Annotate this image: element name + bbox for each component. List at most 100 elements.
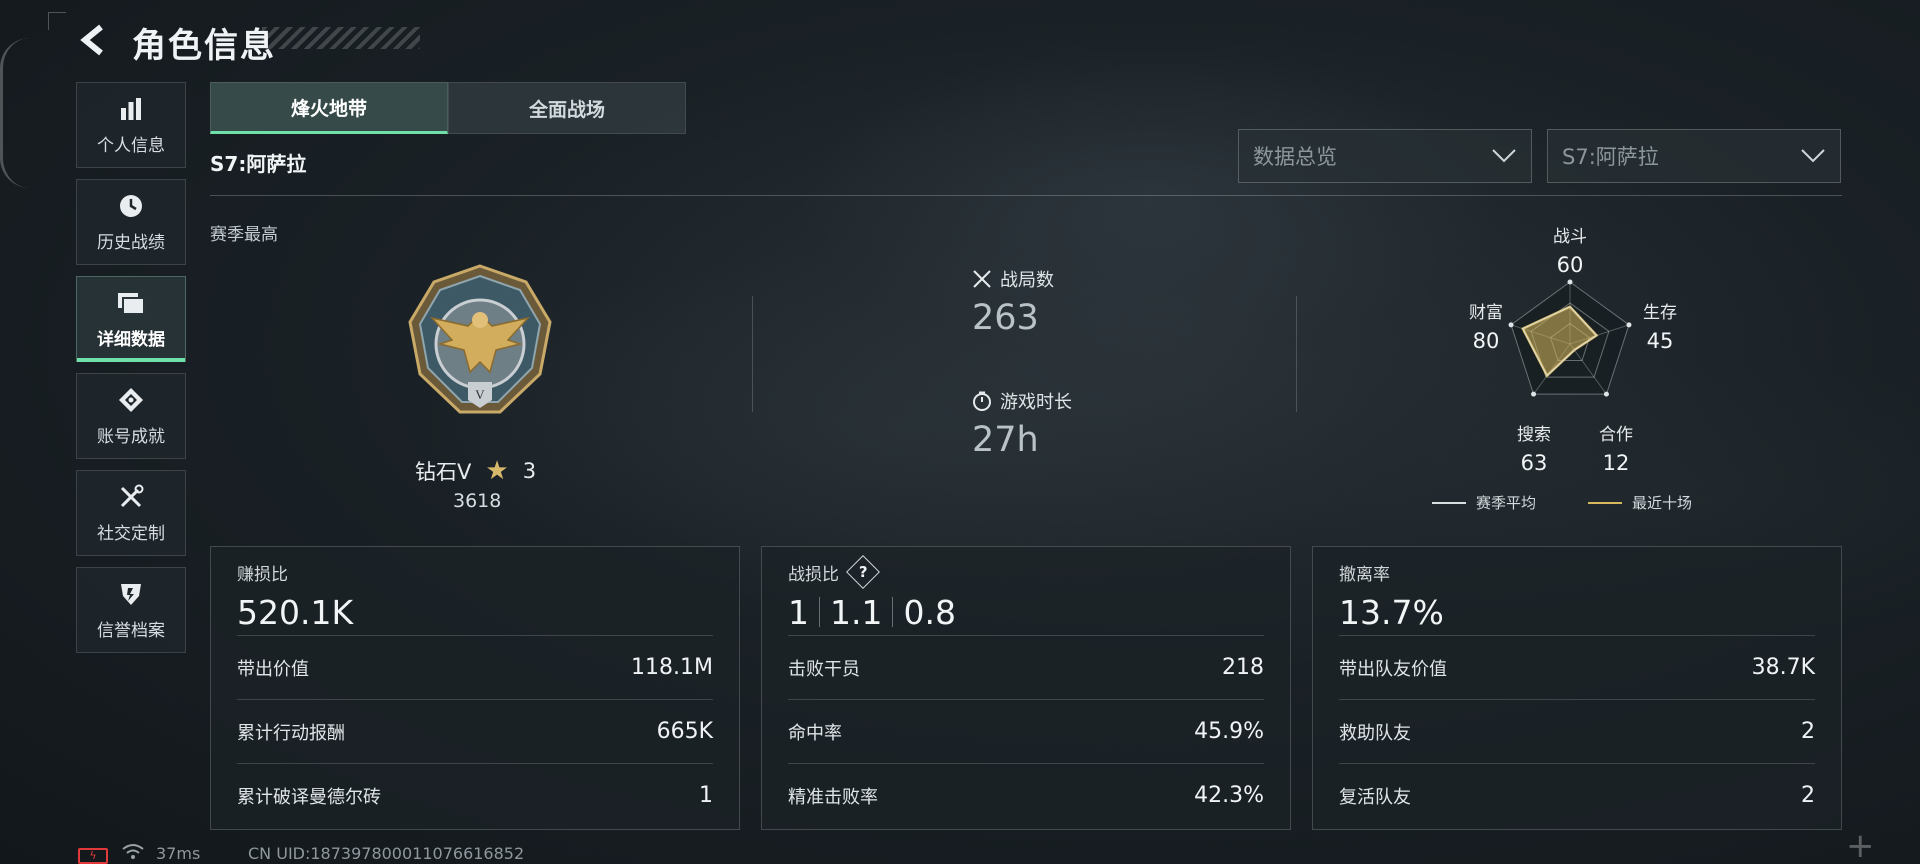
crossed-swords-icon <box>973 270 991 288</box>
radar-axis-label: 合作 <box>1599 425 1633 445</box>
row-value: 118.1M <box>631 655 713 680</box>
row-value: 2 <box>1801 719 1815 744</box>
rank-score: 3618 <box>453 490 502 512</box>
season-best-label: 赛季最高 <box>210 225 278 245</box>
svg-text:V: V <box>475 387 485 402</box>
badge-icon <box>119 387 143 412</box>
ratio-separator <box>892 597 894 627</box>
matches-label: 战局数 <box>1000 270 1054 291</box>
divider <box>752 296 753 412</box>
sidebar-item-history[interactable]: 历史战绩 <box>76 179 186 265</box>
kd-ratios: 1 1.1 0.8 <box>788 589 1264 635</box>
row-label: 带出价值 <box>237 658 309 680</box>
sidebar-item-label: 社交定制 <box>97 523 165 544</box>
user-uid: CN UID:18739780001107661​6852 <box>248 844 525 863</box>
radar-axis-label: 战斗 <box>1553 227 1587 247</box>
radar-vertex-dot <box>1626 322 1632 328</box>
sidebar-item-label: 历史战绩 <box>97 232 165 253</box>
stat-row: 带出队友价值 38.7K <box>1339 635 1815 699</box>
wifi-icon <box>122 844 144 859</box>
row-label: 救助队友 <box>1339 722 1411 744</box>
card-title: 赚损比 <box>237 561 713 585</box>
row-value: 45.9% <box>1194 719 1264 744</box>
card-title-text: 赚损比 <box>237 564 288 585</box>
radar-axis-value: 80 <box>1473 329 1500 353</box>
legend-label: 最近十场 <box>1632 494 1693 512</box>
legend-season-avg: 赛季平均 <box>1432 492 1536 513</box>
playtime-value: 27h <box>972 420 1039 460</box>
matches-stat: 战局数 263 <box>972 266 1054 338</box>
row-label: 复活队友 <box>1339 786 1411 808</box>
mode-tabs: 烽火地带 全面战场 <box>210 82 686 134</box>
row-label: 带出队友价值 <box>1339 658 1447 680</box>
title-stripes-decoration <box>262 27 420 49</box>
card-title-text: 战损比 <box>788 564 839 585</box>
sidebar-item-reputation[interactable]: 信誉档案 <box>76 567 186 653</box>
rank-line: 钻石V ★ 3 <box>415 456 536 486</box>
radar-axis-value: 60 <box>1557 253 1584 277</box>
sidebar-item-social-custom[interactable]: 社交定制 <box>76 470 186 556</box>
row-value: 2 <box>1801 783 1815 808</box>
profit-ratio-card: 赚损比 520.1K 带出价值 118.1M 累计行动报酬 665K 累计破译曼德尔… <box>210 546 740 830</box>
radar-vertex-dot <box>1508 322 1514 328</box>
row-label: 累计行动报酬 <box>237 722 345 744</box>
season-dropdown[interactable]: S7:阿萨拉 <box>1547 129 1841 183</box>
folders-icon <box>118 292 145 315</box>
dropdown-value: 数据总览 <box>1253 145 1337 169</box>
radar-axis-label: 财富 <box>1469 303 1503 323</box>
rank-stars: 3 <box>522 459 537 483</box>
ratio-separator <box>819 597 820 627</box>
divider <box>1296 296 1297 412</box>
sidebar-item-label: 账号成就 <box>97 426 165 447</box>
rank-medal-icon: V <box>408 264 552 414</box>
tab-warzone[interactable]: 烽火地带 <box>210 82 448 134</box>
plus-decoration: + <box>1846 826 1875 864</box>
ping-readout: 37ms <box>156 844 201 863</box>
chevron-down-icon <box>1801 149 1825 163</box>
star-icon: ★ <box>485 456 509 486</box>
legend-recent-ten: 最近十场 <box>1588 492 1692 513</box>
back-button[interactable] <box>74 20 114 60</box>
help-icon[interactable]: ? <box>846 555 880 589</box>
data-type-dropdown[interactable]: 数据总览 <box>1238 129 1532 183</box>
radar-vertex-dot <box>1603 391 1609 397</box>
row-value: 665K <box>656 719 713 744</box>
battery-low-icon: ϟ <box>78 848 108 864</box>
playtime-label: 游戏时长 <box>1000 392 1072 413</box>
row-value: 38.7K <box>1751 655 1815 680</box>
help-glyph: ? <box>858 562 868 581</box>
card-title: 撤离率 <box>1339 561 1815 585</box>
ability-radar-chart: 战斗 60 生存 45 合作 12 搜索 63 财富 80 <box>1469 227 1677 475</box>
dropdown-value: S7:阿萨拉 <box>1562 145 1659 169</box>
shield-icon <box>121 583 141 605</box>
matches-value: 263 <box>972 298 1039 338</box>
sidebar-item-personal-info[interactable]: 个人信息 <box>76 82 186 168</box>
chevron-left-icon <box>80 24 103 56</box>
chevron-down-icon <box>1492 149 1516 163</box>
kd-ratio-card: 战损比 ? 1 1.1 0.8 击败干员 218 命中率 45.9% 精准击败率 42… <box>761 546 1291 830</box>
tab-all-out-war[interactable]: 全面战场 <box>448 82 686 134</box>
stat-row: 击败干员 218 <box>788 635 1264 699</box>
radar-axis-value: 45 <box>1647 329 1674 353</box>
sidebar-item-detailed-data[interactable]: 详细数据 <box>76 276 186 362</box>
row-label: 精准击败率 <box>788 786 878 808</box>
corner-decoration <box>48 12 66 30</box>
radar-legend: 赛季平均 最近十场 <box>1432 492 1692 513</box>
row-value: 42.3% <box>1194 783 1264 808</box>
radar-axis-label: 搜索 <box>1517 425 1551 445</box>
radar-axis-label: 生存 <box>1643 303 1677 323</box>
page-title: 角色信息 <box>132 26 276 66</box>
stat-row: 精准击败率 42.3% <box>788 763 1264 827</box>
card-title: 战损比 ? <box>788 555 1264 589</box>
stopwatch-icon <box>973 391 991 411</box>
ratio-value: 1.1 <box>830 592 883 632</box>
sidebar-item-achievements[interactable]: 账号成就 <box>76 373 186 459</box>
row-label: 累计破译曼德尔砖 <box>237 786 381 808</box>
sidebar-item-label: 信誉档案 <box>97 620 165 641</box>
stat-row: 救助队友 2 <box>1339 699 1815 763</box>
sidebar-item-label: 详细数据 <box>97 329 165 350</box>
stat-row: 累计行动报酬 665K <box>237 699 713 763</box>
ratio-value: 1 <box>788 592 809 632</box>
radar-vertex-dot <box>1531 391 1537 397</box>
tools-icon <box>120 484 144 507</box>
